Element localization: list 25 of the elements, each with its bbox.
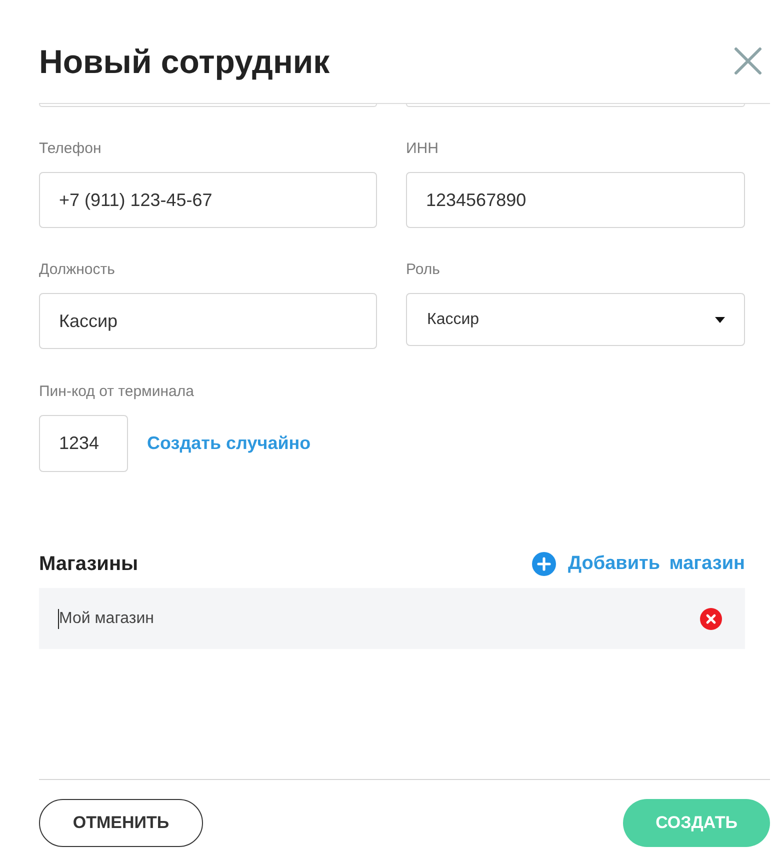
dialog-title: Новый сотрудник: [39, 42, 330, 82]
plus-circle-icon: [532, 552, 556, 576]
field-label: ИНН: [406, 140, 440, 158]
cancel-button[interactable]: ОТМЕНИТЬ: [39, 799, 203, 847]
close-button[interactable]: [734, 47, 762, 75]
input-field[interactable]: [39, 104, 377, 107]
input-field[interactable]: [406, 104, 745, 107]
field-label: Телефон: [39, 140, 102, 158]
store-row[interactable]: Мой магазин: [39, 588, 745, 649]
caret-icon: [715, 316, 725, 322]
field-label: Пин-код от терминала: [39, 383, 195, 401]
input-field[interactable]: +7 (911) 123-45-67: [39, 172, 377, 228]
role-dropdown[interactable]: Кассир: [406, 293, 745, 346]
dropdown-value: Кассир: [427, 310, 480, 330]
remove-icon: [700, 608, 722, 630]
pin-input[interactable]: 1234: [39, 415, 128, 472]
section-title: Магазины: [39, 552, 138, 577]
input-field[interactable]: Кассир: [39, 293, 377, 349]
close-icon: [734, 47, 762, 75]
remove-button[interactable]: [700, 608, 722, 630]
field-label: Роль: [406, 261, 441, 279]
input-field[interactable]: 1234567890: [406, 172, 745, 228]
field-label: Должность: [39, 261, 116, 279]
store-name: Мой магазин: [59, 608, 154, 628]
link-text: Добавить магазин: [568, 552, 745, 576]
